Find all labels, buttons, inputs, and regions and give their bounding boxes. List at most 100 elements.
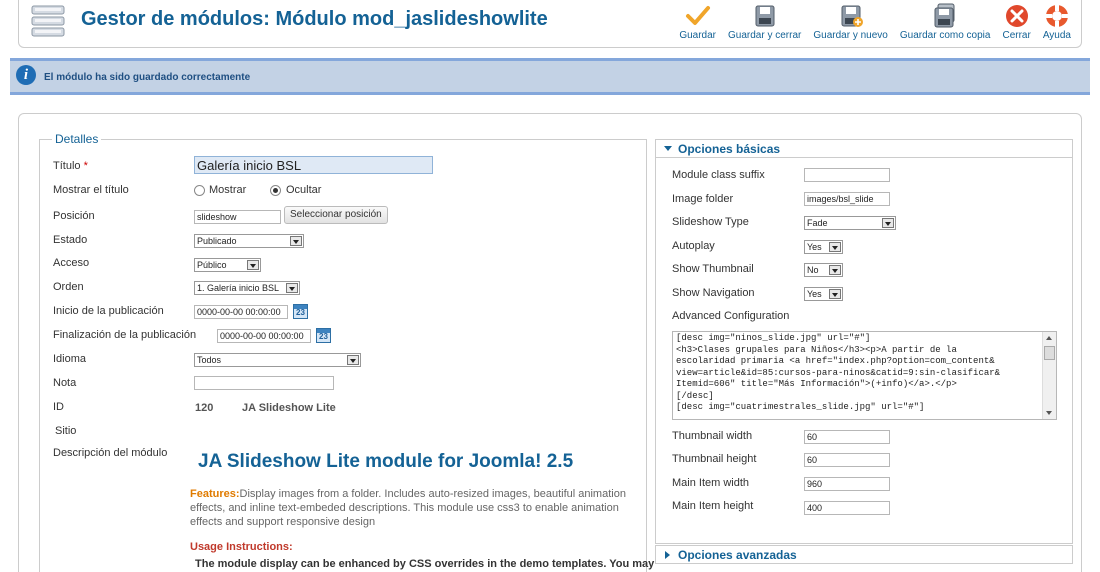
- scroll-down-icon[interactable]: [1046, 411, 1052, 415]
- id-label: ID: [53, 401, 64, 413]
- description-label: Descripción del módulo: [53, 447, 168, 459]
- save-button[interactable]: Guardar: [673, 0, 722, 46]
- save-as-copy-label: Guardar como copia: [899, 30, 991, 41]
- access-select[interactable]: Público: [194, 258, 261, 272]
- save-and-close-label: Guardar y cerrar: [728, 30, 802, 41]
- module-edit-form: Detalles Título * Galería inicio BSL Mos…: [18, 113, 1082, 572]
- basic-options-panel: Opciones básicas Module class suffix Ima…: [655, 139, 1073, 544]
- show-thumbnail-select[interactable]: No: [804, 263, 843, 277]
- basic-options-header[interactable]: Opciones básicas: [656, 140, 1072, 158]
- show-title-option-hide: Ocultar: [286, 184, 322, 196]
- save-as-copy-button[interactable]: Guardar como copia: [894, 0, 997, 46]
- title-label: Título *: [53, 160, 88, 172]
- calendar-icon[interactable]: 23: [293, 304, 308, 319]
- module-type-name: JA Slideshow Lite: [242, 402, 336, 414]
- main-item-height-input[interactable]: 400: [804, 501, 890, 515]
- save-and-close-button[interactable]: Guardar y cerrar: [722, 0, 807, 46]
- order-select[interactable]: 1. Galería inicio BSL: [194, 281, 300, 295]
- state-select-value: Publicado: [197, 236, 237, 246]
- details-legend: Detalles: [52, 132, 102, 146]
- access-label: Acceso: [53, 257, 90, 269]
- features-text: Display images from a folder. Includes a…: [190, 488, 626, 528]
- slideshow-type-value: Fade: [807, 218, 828, 228]
- save-and-new-button[interactable]: Guardar y nuevo: [807, 0, 894, 46]
- show-navigation-value: Yes: [807, 289, 822, 299]
- save-new-icon: [841, 5, 863, 27]
- site-label: Sitio: [55, 425, 77, 437]
- toolbar: Guardar Guardar y cerrar Guardar y nuevo: [673, 0, 1077, 46]
- thumbnail-width-label: Thumbnail width: [672, 430, 753, 442]
- required-marker: *: [83, 160, 88, 172]
- show-title-label: Mostrar el título: [53, 184, 129, 196]
- show-thumbnail-label: Show Thumbnail: [672, 263, 754, 275]
- collapse-arrow-icon: [665, 551, 670, 559]
- chevron-down-icon: [286, 283, 298, 293]
- title-input[interactable]: Galería inicio BSL: [194, 156, 433, 174]
- close-button[interactable]: Cerrar: [996, 0, 1036, 46]
- main-item-width-input[interactable]: 960: [804, 477, 890, 491]
- check-icon: [685, 6, 710, 25]
- publish-up-input[interactable]: 0000-00-00 00:00:00: [194, 305, 288, 319]
- module-class-suffix-label: Module class suffix: [672, 169, 765, 181]
- help-icon: [1045, 5, 1068, 27]
- show-title-radio-show[interactable]: [194, 185, 205, 196]
- save-button-label: Guardar: [679, 30, 716, 41]
- description-title: JA Slideshow Lite module for Joomla! 2.5: [198, 451, 574, 472]
- state-select[interactable]: Publicado: [194, 234, 304, 248]
- scroll-thumb[interactable]: [1044, 346, 1055, 360]
- publish-down-label: Finalización de la publicación: [53, 329, 197, 341]
- close-icon: [1005, 5, 1028, 27]
- calendar-icon[interactable]: 23: [316, 328, 331, 343]
- chevron-down-icon: [247, 260, 259, 270]
- note-label: Nota: [53, 377, 77, 389]
- close-label: Cerrar: [1002, 30, 1031, 41]
- thumbnail-height-input[interactable]: 60: [804, 453, 890, 467]
- select-position-button[interactable]: Seleccionar posición: [284, 206, 388, 224]
- basic-options-title: Opciones básicas: [678, 142, 781, 156]
- module-manager-icon: [31, 5, 65, 37]
- help-button[interactable]: Ayuda: [1037, 0, 1077, 46]
- help-label: Ayuda: [1042, 30, 1071, 41]
- usage-title: Usage Instructions:: [190, 541, 293, 553]
- expand-arrow-icon: [664, 146, 672, 151]
- order-label: Orden: [53, 281, 84, 293]
- textarea-scrollbar[interactable]: [1042, 332, 1056, 419]
- slideshow-type-select[interactable]: Fade: [804, 216, 896, 230]
- language-select-value: Todos: [197, 355, 222, 365]
- main-item-height-label: Main Item height: [672, 500, 754, 512]
- id-value: 120: [195, 402, 214, 414]
- show-navigation-select[interactable]: Yes: [804, 287, 843, 301]
- position-label: Posición: [53, 210, 95, 222]
- show-title-option-show: Mostrar: [209, 184, 247, 196]
- autoplay-value: Yes: [807, 242, 822, 252]
- autoplay-select[interactable]: Yes: [804, 240, 843, 254]
- thumbnail-width-input[interactable]: 60: [804, 430, 890, 444]
- save-copy-icon: [934, 3, 955, 28]
- page-title: Gestor de módulos: Módulo mod_jaslidesho…: [81, 8, 548, 30]
- advanced-config-textarea[interactable]: [desc img="ninos_slide.jpg" url="#"] <h3…: [672, 331, 1057, 420]
- advanced-options-panel[interactable]: Opciones avanzadas: [655, 545, 1073, 564]
- note-input[interactable]: [194, 376, 334, 390]
- advanced-config-label: Advanced Configuration: [672, 310, 790, 322]
- publish-up-label: Inicio de la publicación: [53, 305, 164, 317]
- access-select-value: Público: [197, 260, 227, 270]
- image-folder-label: Image folder: [672, 193, 734, 205]
- show-title-radio-hide[interactable]: [270, 185, 281, 196]
- language-select[interactable]: Todos: [194, 353, 361, 367]
- image-folder-input[interactable]: images/bsl_slide: [804, 192, 890, 206]
- features-label: Features:: [190, 488, 240, 500]
- position-input[interactable]: slideshow: [194, 210, 281, 224]
- title-label-text: Título: [53, 160, 81, 172]
- advanced-config-text: [desc img="ninos_slide.jpg" url="#"] <h3…: [676, 333, 1001, 412]
- order-select-value: 1. Galería inicio BSL: [197, 283, 280, 293]
- chevron-down-icon: [347, 355, 359, 365]
- language-label: Idioma: [53, 353, 87, 365]
- autoplay-label: Autoplay: [672, 240, 715, 252]
- publish-down-input[interactable]: 0000-00-00 00:00:00: [217, 329, 311, 343]
- module-class-suffix-input[interactable]: [804, 168, 890, 182]
- thumbnail-height-label: Thumbnail height: [672, 453, 757, 465]
- state-label: Estado: [53, 234, 88, 246]
- usage-text: The module display can be enhanced by CS…: [195, 558, 655, 570]
- scroll-up-icon[interactable]: [1046, 336, 1052, 340]
- info-icon: i: [16, 65, 36, 85]
